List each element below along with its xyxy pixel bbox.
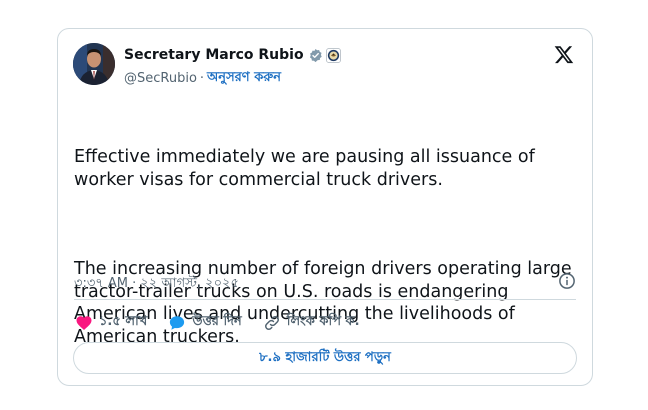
link-icon [264, 315, 279, 330]
heart-icon [76, 315, 92, 330]
reply-button[interactable]: উত্তর দিন [168, 312, 242, 333]
author-handle[interactable]: @SecRubio [124, 71, 197, 86]
author-name[interactable]: Secretary Marco Rubio [124, 47, 304, 63]
like-button[interactable]: ১.৫ লাখ [75, 312, 147, 333]
avatar-image [73, 43, 115, 85]
copy-link-label: লিংক কপি ক. [286, 314, 360, 329]
verified-badge-icon[interactable] [308, 48, 323, 63]
author-name-row: Secretary Marco Rubio [124, 46, 341, 64]
read-replies-button[interactable]: ৮.৯ হাজারটি উত্তর পড়ুন [73, 342, 577, 374]
like-count: ১.৫ লাখ [99, 314, 148, 329]
speech-bubble-icon [170, 315, 185, 330]
tweet-paragraph: Effective immediately we are pausing all… [74, 147, 541, 190]
handle-separator: · [199, 71, 205, 86]
tweet-card: Secretary Marco Rubio @SecRubio · অনুসরণ… [57, 28, 593, 386]
reply-label: উত্তর দিন [192, 314, 242, 329]
tweet-paragraph: The increasing number of foreign drivers… [74, 259, 578, 347]
action-bar: ১.৫ লাখ উত্তর দিন লিংক কপি ক. [75, 312, 381, 333]
divider [74, 299, 576, 300]
info-icon[interactable] [558, 272, 576, 290]
government-seal-icon[interactable] [325, 47, 341, 63]
copy-link-button[interactable]: লিংক কপি ক. [263, 312, 360, 333]
author-handle-row: @SecRubio · অনুসরণ করুন [124, 68, 281, 89]
x-logo-icon[interactable] [553, 44, 575, 66]
tweet-timestamp[interactable]: ৩:৩৭ AM · ২২ আগস্ট, ২০২৫ [74, 274, 239, 295]
follow-button[interactable]: অনুসরণ করুন [207, 68, 281, 89]
avatar[interactable] [73, 43, 115, 85]
